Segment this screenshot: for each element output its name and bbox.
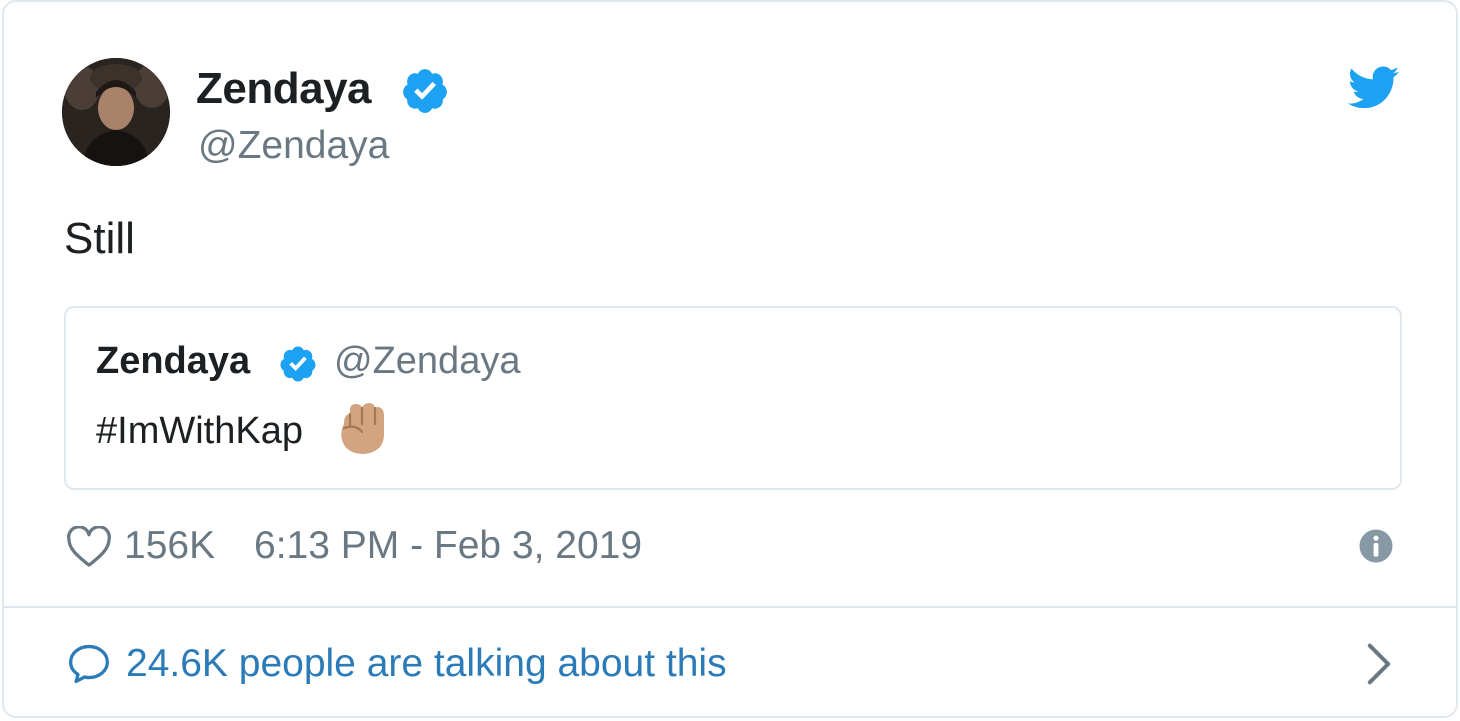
avatar-photo bbox=[62, 58, 170, 166]
twitter-bird-icon[interactable] bbox=[1348, 66, 1400, 110]
verified-badge-icon bbox=[403, 69, 447, 113]
heart-icon[interactable] bbox=[66, 526, 112, 568]
tweet-card[interactable]: Zendaya @Zendaya Still Zendaya @Zendaya … bbox=[2, 0, 1458, 718]
author-name[interactable]: Zendaya bbox=[196, 64, 372, 114]
quoted-tweet-text[interactable]: #ImWithKap bbox=[96, 410, 303, 453]
chevron-right-icon[interactable] bbox=[1364, 642, 1394, 686]
quoted-author-name[interactable]: Zendaya bbox=[96, 340, 250, 383]
info-icon[interactable] bbox=[1358, 528, 1394, 564]
quoted-tweet[interactable]: Zendaya @Zendaya #ImWithKap bbox=[64, 306, 1402, 490]
author-handle[interactable]: @Zendaya bbox=[198, 124, 389, 168]
conversation-count[interactable]: 24.6K people are talking about this bbox=[126, 642, 727, 686]
tweet-timestamp[interactable]: 6:13 PM - Feb 3, 2019 bbox=[254, 524, 642, 568]
verified-badge-icon bbox=[280, 346, 316, 382]
raised-fist-icon bbox=[341, 403, 384, 454]
like-count[interactable]: 156K bbox=[124, 524, 215, 568]
speech-bubble-icon bbox=[69, 644, 109, 684]
quoted-author-handle[interactable]: @Zendaya bbox=[334, 340, 520, 383]
avatar[interactable] bbox=[62, 58, 170, 166]
tweet-text: Still bbox=[64, 214, 135, 263]
conversation-link[interactable]: 24.6K people are talking about this bbox=[4, 608, 1456, 716]
